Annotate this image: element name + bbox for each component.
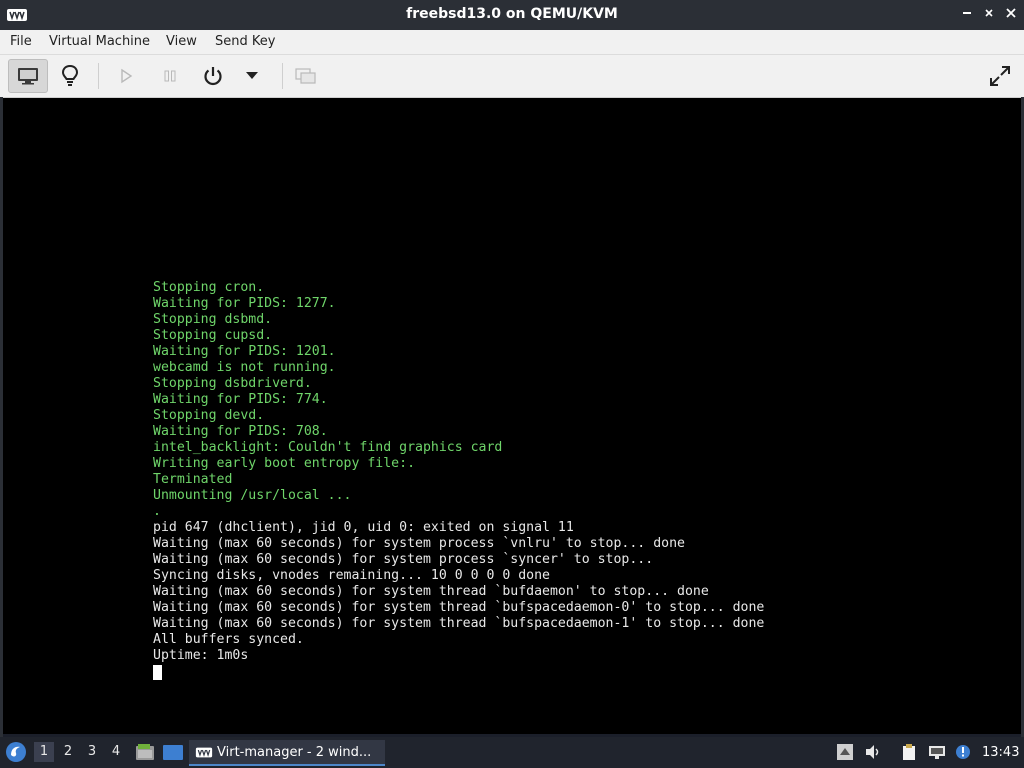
workspace-1[interactable]: 1 — [34, 742, 54, 762]
notification-icon[interactable] — [954, 743, 972, 761]
console-line: pid 647 (dhclient), jid 0, uid 0: exited… — [153, 520, 574, 535]
workspace-4[interactable]: 4 — [106, 742, 126, 762]
guest-console[interactable]: Stopping cron. Waiting for PIDS: 1277. Sto… — [3, 98, 1021, 734]
close-icon — [1006, 8, 1016, 18]
monitor-icon — [18, 68, 38, 85]
pause-icon — [164, 70, 176, 82]
window-title: freebsd13.0 on QEMU/KVM — [406, 6, 618, 22]
close-button[interactable] — [1004, 6, 1018, 20]
snapshot-icon — [295, 68, 316, 84]
console-line: Stopping dsbdriverd. — [153, 376, 312, 391]
taskbar: 1 2 3 4 Virt-manager - 2 wind... 13:43 — [0, 737, 1024, 768]
console-line: Terminated — [153, 472, 233, 487]
toolbar-separator — [282, 63, 283, 89]
show-desktop-icon[interactable] — [162, 742, 184, 764]
snapshots-button[interactable] — [288, 59, 324, 93]
clipboard-icon[interactable] — [900, 743, 918, 761]
minimize-button[interactable] — [960, 6, 974, 20]
details-view-button[interactable] — [52, 59, 88, 93]
shutdown-button[interactable] — [195, 59, 231, 93]
workspace-3[interactable]: 3 — [82, 742, 102, 762]
task-label: Virt-manager - 2 wind... — [217, 745, 372, 760]
pause-button[interactable] — [152, 59, 188, 93]
taskbar-clock: 13:43 — [982, 745, 1020, 760]
menubar: File Virtual Machine View Send Key — [0, 30, 1024, 55]
tray-up-arrow-icon[interactable] — [836, 743, 854, 761]
console-line: Stopping cupsd. — [153, 328, 273, 343]
console-line: Stopping devd. — [153, 408, 265, 423]
console-line: webcamd is not running. — [153, 360, 336, 375]
start-menu-icon[interactable] — [5, 741, 27, 763]
menu-virtual-machine[interactable]: Virtual Machine — [49, 34, 150, 49]
fullscreen-button[interactable] — [982, 59, 1018, 93]
console-line: intel_backlight: Couldn't find graphics … — [153, 440, 503, 455]
console-line: Waiting (max 60 seconds) for system thre… — [153, 584, 709, 599]
network-icon[interactable] — [928, 743, 946, 761]
taskbar-task-virt-manager[interactable]: Virt-manager - 2 wind... — [189, 740, 385, 766]
console-line: Waiting (max 60 seconds) for system proc… — [153, 552, 654, 567]
console-line: Waiting for PIDS: 774. — [153, 392, 328, 407]
console-line: Waiting (max 60 seconds) for system proc… — [153, 536, 685, 551]
console-line: Waiting (max 60 seconds) for system thre… — [153, 600, 765, 615]
console-line: Waiting (max 60 seconds) for system thre… — [153, 616, 765, 631]
maximize-icon — [985, 9, 993, 17]
console-line: All buffers synced. — [153, 632, 304, 647]
console-line: Stopping dsbmd. — [153, 312, 273, 327]
maximize-button[interactable] — [982, 6, 996, 20]
console-line: Waiting for PIDS: 1201. — [153, 344, 336, 359]
menu-send-key[interactable]: Send Key — [215, 34, 275, 49]
shutdown-menu-button[interactable] — [234, 59, 270, 93]
power-icon — [204, 67, 222, 86]
workspace-2[interactable]: 2 — [58, 742, 78, 762]
console-line: Stopping cron. — [153, 280, 265, 295]
chevron-down-icon — [246, 72, 258, 79]
run-button[interactable] — [108, 59, 144, 93]
window-controls — [960, 6, 1018, 20]
fullscreen-icon — [990, 66, 1010, 86]
menu-view[interactable]: View — [166, 34, 197, 49]
lightbulb-icon — [61, 64, 79, 86]
minimize-icon — [963, 12, 971, 14]
console-line: . — [153, 504, 161, 519]
console-view-button[interactable] — [8, 59, 48, 93]
console-line: Waiting for PIDS: 708. — [153, 424, 328, 439]
console-line: Waiting for PIDS: 1277. — [153, 296, 336, 311]
toolbar-separator — [98, 63, 99, 89]
console-output: Stopping cron. Waiting for PIDS: 1277. Sto… — [153, 280, 764, 664]
console-line: Unmounting /usr/local ... — [153, 488, 352, 503]
menu-file[interactable]: File — [10, 34, 32, 49]
text-cursor — [153, 665, 162, 680]
console-line: Writing early boot entropy file:. — [153, 456, 416, 471]
file-manager-icon[interactable] — [134, 742, 156, 764]
window-titlebar: freebsd13.0 on QEMU/KVM — [0, 0, 1024, 30]
console-line: Uptime: 1m0s — [153, 648, 249, 663]
console-line: Syncing disks, vnodes remaining... 10 0 … — [153, 568, 550, 583]
volume-icon[interactable] — [864, 743, 882, 761]
play-icon — [121, 68, 133, 84]
toolbar — [0, 55, 1024, 98]
virt-manager-icon — [195, 747, 213, 758]
